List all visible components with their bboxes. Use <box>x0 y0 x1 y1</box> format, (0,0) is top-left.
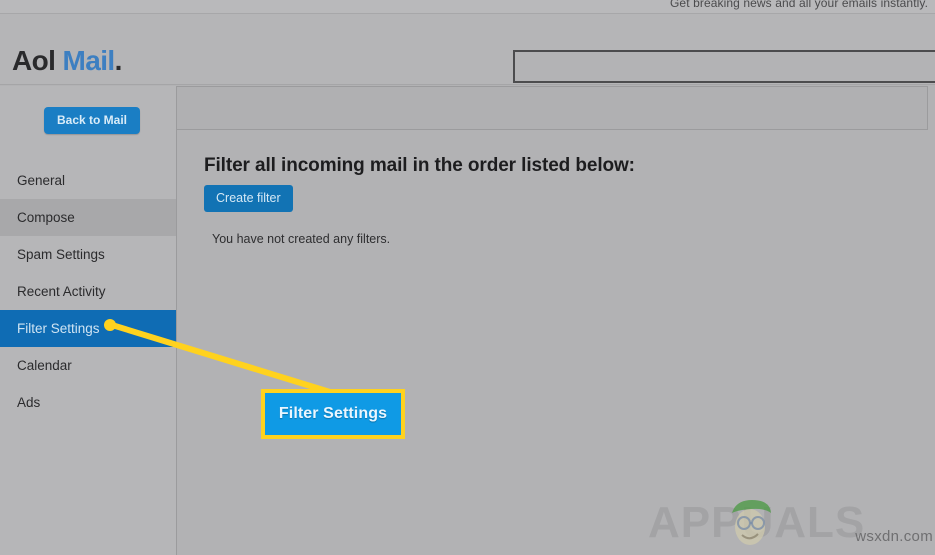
logo-text-aol: Aol <box>12 45 56 76</box>
aol-mail-settings-screen: Get breaking news and all your emails in… <box>0 0 935 555</box>
empty-state-message: You have not created any filters. <box>212 232 391 246</box>
promo-banner-text: Get breaking news and all your emails in… <box>670 0 929 10</box>
logo-text-mail: Mail <box>62 45 116 76</box>
sidebar-item-general[interactable]: General <box>0 162 176 199</box>
search-input[interactable] <box>515 52 935 81</box>
page-title: Filter all incoming mail in the order li… <box>204 155 635 176</box>
sidebar-item-filter-settings[interactable]: Filter Settings <box>0 310 176 347</box>
annotation-callout-label: Filter Settings <box>278 405 388 422</box>
sidebar-item-calendar[interactable]: Calendar <box>0 347 176 384</box>
create-filter-button[interactable]: Create filter <box>204 185 293 212</box>
sidebar-item-label: Filter Settings <box>17 321 100 336</box>
content-toolbar <box>177 86 928 130</box>
sidebar-item-label: Ads <box>17 395 41 410</box>
sidebar-item-label: Recent Activity <box>17 284 106 299</box>
sidebar-item-label: General <box>17 173 66 188</box>
masthead-divider <box>0 84 935 85</box>
sidebar-item-spam-settings[interactable]: Spam Settings <box>0 236 176 273</box>
back-to-mail-button[interactable]: Back to Mail <box>44 107 141 134</box>
settings-nav: General Compose Spam Settings Recent Act… <box>0 162 176 421</box>
sidebar-item-recent-activity[interactable]: Recent Activity <box>0 273 176 310</box>
search-box[interactable] <box>513 50 935 83</box>
sidebar-item-label: Calendar <box>17 358 72 373</box>
sidebar-item-compose[interactable]: Compose <box>0 199 176 236</box>
annotation-callout-box: Filter Settings <box>261 389 405 439</box>
aol-mail-logo[interactable]: Aol Mail. <box>12 47 122 75</box>
logo-dot: . <box>114 45 123 76</box>
masthead: Aol Mail. <box>0 14 935 85</box>
sidebar-item-label: Spam Settings <box>17 247 105 262</box>
sidebar-item-ads[interactable]: Ads <box>0 384 176 421</box>
promo-banner: Get breaking news and all your emails in… <box>0 0 935 13</box>
sidebar-item-label: Compose <box>17 210 75 225</box>
